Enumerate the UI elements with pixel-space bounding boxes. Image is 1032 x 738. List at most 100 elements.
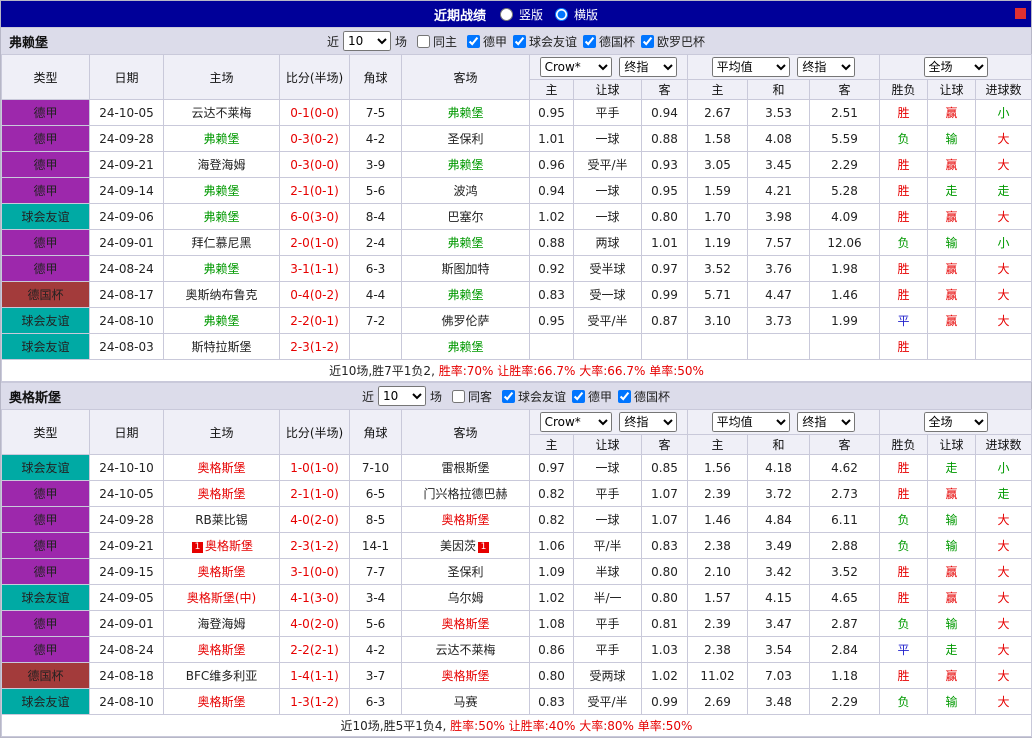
score-cell[interactable]: 2-3(1-2) bbox=[279, 532, 350, 559]
score-cell[interactable]: 0-3(0-0) bbox=[279, 151, 350, 178]
scope-select[interactable]: 全场 bbox=[923, 57, 988, 77]
same-venue-filter[interactable]: 同主 bbox=[416, 33, 457, 50]
league-filter[interactable]: 球会友谊 bbox=[513, 33, 577, 50]
away-team-cell[interactable]: 美因茨 1 bbox=[401, 532, 530, 559]
away-team-cell[interactable]: 雷根斯堡 bbox=[401, 454, 530, 481]
score-cell[interactable]: 0-1(0-0) bbox=[279, 99, 350, 126]
odds-source-select[interactable]: Crow* bbox=[539, 412, 612, 432]
away-team-cell[interactable]: 圣保利 bbox=[401, 125, 530, 152]
score-cell[interactable]: 2-2(0-1) bbox=[279, 307, 350, 334]
league-checkbox[interactable] bbox=[513, 34, 526, 48]
recent-count-select[interactable]: 10 bbox=[377, 386, 426, 406]
avg-time-select[interactable]: 终指 bbox=[797, 412, 856, 432]
score-cell[interactable]: 6-0(3-0) bbox=[279, 203, 350, 230]
score-cell[interactable]: 2-1(0-1) bbox=[279, 177, 350, 204]
away-team-cell[interactable]: 奥格斯堡 bbox=[401, 610, 530, 637]
score-cell[interactable]: 0-4(0-2) bbox=[279, 281, 350, 308]
league-filters: 德甲 球会友谊 德国杯 欧罗巴杯 bbox=[461, 33, 705, 50]
home-team-cell[interactable]: 奥格斯堡 bbox=[163, 688, 280, 715]
avg-time-select[interactable]: 终指 bbox=[797, 57, 856, 77]
score-cell[interactable]: 2-0(1-0) bbox=[279, 229, 350, 256]
home-team-cell[interactable]: 1 奥格斯堡 bbox=[163, 532, 280, 559]
league-filter[interactable]: 德国杯 bbox=[618, 388, 670, 405]
home-team-cell[interactable]: 斯特拉斯堡 bbox=[163, 333, 280, 360]
away-team-cell[interactable]: 门兴格拉德巴赫 bbox=[401, 480, 530, 507]
home-team-cell[interactable]: RB莱比锡 bbox=[163, 506, 280, 533]
away-team-cell[interactable]: 奥格斯堡 bbox=[401, 662, 530, 689]
league-checkbox[interactable] bbox=[583, 34, 597, 48]
score-cell[interactable]: 4-1(3-0) bbox=[279, 584, 350, 611]
match-row: 德甲 24-10-05 奥格斯堡 2-1(1-0) 6-5 门兴格拉德巴赫 0.82 平手 1.… bbox=[1, 480, 1032, 507]
league-filter[interactable]: 球会友谊 bbox=[502, 388, 566, 405]
away-team-cell[interactable]: 巴塞尔 bbox=[401, 203, 530, 230]
score-cell[interactable]: 1-0(1-0) bbox=[279, 454, 350, 481]
league-filter[interactable]: 德甲 bbox=[466, 33, 507, 50]
layout-radio-vertical[interactable]: 竖版 bbox=[499, 6, 543, 23]
away-team-cell[interactable]: 弗赖堡 bbox=[401, 281, 530, 308]
home-team-cell[interactable]: 奥格斯堡 bbox=[163, 454, 280, 481]
away-team-cell[interactable]: 圣保利 bbox=[401, 558, 530, 585]
league-checkbox[interactable] bbox=[572, 389, 586, 403]
home-team-cell[interactable]: 奥格斯堡 bbox=[163, 636, 280, 663]
away-team-cell[interactable]: 弗赖堡 bbox=[401, 333, 530, 360]
league-filter[interactable]: 欧罗巴杯 bbox=[641, 33, 705, 50]
home-team-cell[interactable]: 拜仁慕尼黑 bbox=[163, 229, 280, 256]
scope-select[interactable]: 全场 bbox=[923, 412, 988, 432]
home-team-cell[interactable]: BFC维多利亚 bbox=[163, 662, 280, 689]
away-team-cell[interactable]: 斯图加特 bbox=[401, 255, 530, 282]
home-team-cell[interactable]: 奥斯纳布鲁克 bbox=[163, 281, 280, 308]
score-cell[interactable]: 4-0(2-0) bbox=[279, 506, 350, 533]
score-cell[interactable]: 2-3(1-2) bbox=[279, 333, 350, 360]
league-checkbox[interactable] bbox=[466, 34, 480, 48]
layout-radio-input[interactable] bbox=[499, 7, 513, 21]
score-cell[interactable]: 2-1(1-0) bbox=[279, 480, 350, 507]
score-cell[interactable]: 0-3(0-2) bbox=[279, 125, 350, 152]
away-team-cell[interactable]: 弗赖堡 bbox=[401, 151, 530, 178]
avg-source-select[interactable]: 平均值 bbox=[711, 57, 790, 77]
home-team-cell[interactable]: 弗赖堡 bbox=[163, 255, 280, 282]
away-team-cell[interactable]: 云达不莱梅 bbox=[401, 636, 530, 663]
match-row: 球会友谊 24-08-03 斯特拉斯堡 2-3(1-2) 弗赖堡 胜 bbox=[1, 333, 1032, 360]
same-venue-filter[interactable]: 同客 bbox=[451, 388, 492, 405]
layout-radio-horizontal[interactable]: 横版 bbox=[555, 6, 598, 23]
corner-cell: 7-2 bbox=[349, 307, 402, 334]
summary-rates: 胜率:70% 让胜率:66.7% 大率:66.7% 单率:50% bbox=[438, 364, 704, 378]
away-team-cell[interactable]: 乌尔姆 bbox=[401, 584, 530, 611]
score-cell[interactable]: 4-0(2-0) bbox=[279, 610, 350, 637]
league-filter[interactable]: 德甲 bbox=[572, 388, 612, 405]
home-team-cell[interactable]: 弗赖堡 bbox=[163, 177, 280, 204]
score-cell[interactable]: 3-1(0-0) bbox=[279, 558, 350, 585]
league-filter[interactable]: 德国杯 bbox=[583, 33, 635, 50]
home-team-cell[interactable]: 奥格斯堡 bbox=[163, 558, 280, 585]
away-team-cell[interactable]: 奥格斯堡 bbox=[401, 506, 530, 533]
away-team-cell[interactable]: 马赛 bbox=[401, 688, 530, 715]
odds-time-select[interactable]: 终指 bbox=[619, 412, 678, 432]
score-cell[interactable]: 1-3(1-2) bbox=[279, 688, 350, 715]
recent-count-select[interactable]: 10 bbox=[342, 31, 391, 51]
home-team-cell[interactable]: 弗赖堡 bbox=[163, 307, 280, 334]
home-team-cell[interactable]: 弗赖堡 bbox=[163, 125, 280, 152]
layout-radio-input[interactable] bbox=[555, 7, 568, 21]
avg-source-select[interactable]: 平均值 bbox=[711, 412, 790, 432]
away-team-cell[interactable]: 弗赖堡 bbox=[401, 229, 530, 256]
home-team-cell[interactable]: 云达不莱梅 bbox=[163, 99, 280, 126]
league-checkbox[interactable] bbox=[618, 389, 632, 403]
league-checkbox[interactable] bbox=[641, 34, 655, 48]
odds-time-select[interactable]: 终指 bbox=[619, 57, 678, 77]
league-checkbox[interactable] bbox=[502, 389, 515, 403]
odds-source-select[interactable]: Crow* bbox=[539, 57, 612, 77]
away-team-cell[interactable]: 佛罗伦萨 bbox=[401, 307, 530, 334]
same-venue-checkbox[interactable] bbox=[416, 34, 430, 48]
same-venue-checkbox[interactable] bbox=[451, 389, 465, 403]
away-team-cell[interactable]: 波鸿 bbox=[401, 177, 530, 204]
away-team-cell[interactable]: 弗赖堡 bbox=[401, 99, 530, 126]
home-team-cell[interactable]: 弗赖堡 bbox=[163, 203, 280, 230]
home-team-cell[interactable]: 海登海姆 bbox=[163, 151, 280, 178]
home-team-cell[interactable]: 海登海姆 bbox=[163, 610, 280, 637]
score-cell[interactable]: 1-4(1-1) bbox=[279, 662, 350, 689]
home-team-cell[interactable]: 奥格斯堡(中) bbox=[163, 584, 280, 611]
avg-home-cell: 2.38 bbox=[687, 636, 748, 663]
score-cell[interactable]: 3-1(1-1) bbox=[279, 255, 350, 282]
score-cell[interactable]: 2-2(2-1) bbox=[279, 636, 350, 663]
home-team-cell[interactable]: 奥格斯堡 bbox=[163, 480, 280, 507]
